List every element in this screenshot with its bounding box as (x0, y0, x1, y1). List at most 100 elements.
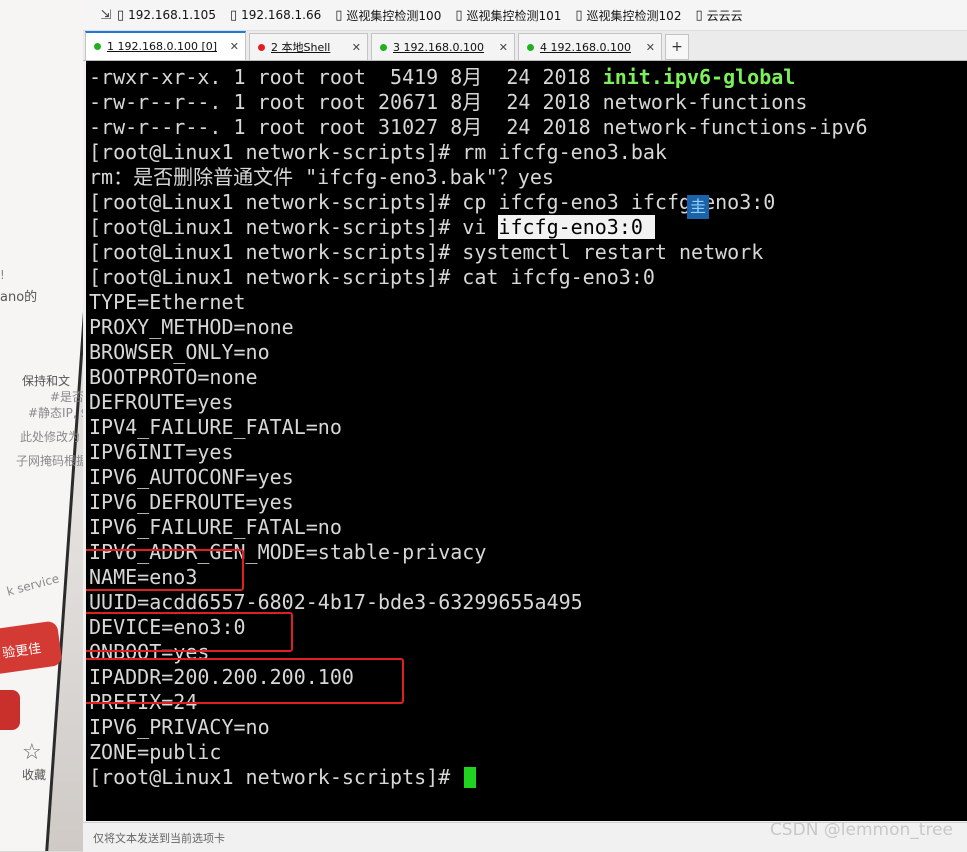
bookmark-item[interactable]: ▯ 192.168.1.105 (117, 8, 216, 23)
close-icon[interactable]: ✕ (646, 41, 655, 54)
bookmark-item[interactable]: ▯ 巡视集控检测101 (455, 7, 561, 24)
terminal-line-text: UUID=acdd6557-6802-4b17-bde3-63299655a49… (89, 590, 583, 614)
terminal-line: IPV4_FAILURE_FATAL=no (89, 415, 868, 440)
terminal-cursor (464, 767, 477, 788)
terminal-line-text: IPV6INIT=yes (89, 440, 234, 464)
session-tab-bar: 1 192.168.0.100 [0] ✕ 2 本地Shell ✕ 3 192.… (83, 31, 967, 61)
terminal-line-text: IPV6_FAILURE_FATAL=no (89, 515, 342, 539)
bookmark-label: 192.168.1.105 (128, 8, 216, 22)
connect-arrow-icon[interactable]: ⇲ (95, 8, 117, 23)
ime-indicator: 圭 (687, 195, 709, 219)
bookmark-label: 巡视集控检测102 (586, 8, 682, 23)
terminal-line: -rwxr-xr-x. 1 root root 5419 8月 24 2018 … (89, 65, 868, 90)
phone-text-fragment: ano的 (0, 290, 38, 305)
bookmark-icon: ▯ (117, 7, 125, 23)
terminal-line-text: [root@Linux1 network-scripts]# cat ifcfg… (89, 265, 655, 289)
terminal-line: TYPE=Ethernet (89, 290, 868, 315)
bookmark-item[interactable]: ▯ 巡视集控检测102 (575, 7, 681, 24)
terminal-line-text: [root@Linux1 network-scripts]# vi (89, 215, 499, 239)
phone-text-fragment: ! (0, 268, 5, 282)
selected-text: ifcfg-eno3:0 (498, 215, 655, 239)
terminal-line: IPV6_FAILURE_FATAL=no (89, 515, 868, 540)
bookmark-label: 巡视集控检测101 (466, 8, 562, 23)
terminal-line: BROWSER_ONLY=no (89, 340, 868, 365)
tab-label: 1 192.168.0.100 [0] (107, 40, 218, 53)
terminal-line: IPV6_PRIVACY=no (89, 715, 868, 740)
terminal-line: rm：是否删除普通文件 "ifcfg-eno3.bak"？yes (89, 165, 868, 190)
tab-label: 2 本地Shell (271, 41, 331, 54)
close-icon[interactable]: ✕ (352, 41, 361, 54)
terminal-line-text: TYPE=Ethernet (89, 290, 246, 314)
bookmark-icon: ▯ (455, 7, 463, 23)
bookmark-icon: ▯ (335, 7, 343, 23)
bookmark-icon: ▯ (695, 7, 703, 23)
terminal-line-text: IPV6_PRIVACY=no (89, 715, 270, 739)
phone-text-fragment: #静态IP, $ (28, 406, 83, 420)
terminal-line: IPV6INIT=yes (89, 440, 868, 465)
phone-red-button (0, 690, 20, 730)
terminal-line-text: rm：是否删除普通文件 "ifcfg-eno3.bak"？yes (89, 165, 554, 189)
bookmark-item[interactable]: ▯ 巡视集控检测100 (335, 7, 441, 24)
star-icon: ☆ (22, 740, 42, 765)
bookmark-label: 192.168.1.66 (241, 8, 322, 22)
bookmark-item[interactable]: ▯ 云云云 (695, 7, 742, 24)
status-dot-icon (258, 43, 265, 51)
status-dot-icon (527, 43, 534, 51)
bookmark-label: 巡视集控检测100 (346, 8, 442, 23)
terminal-app-window: ⇲ ▯ 192.168.1.105 ▯ 192.168.1.66 ▯ 巡视集控检… (83, 0, 967, 852)
tab-session-1[interactable]: 1 192.168.0.100 [0] ✕ (85, 31, 246, 60)
terminal-line-text: [root@Linux1 network-scripts]# rm ifcfg-… (89, 140, 667, 164)
terminal-line-text: -rwxr-xr-x. 1 root root 5419 8月 24 2018 (89, 65, 603, 89)
tab-label: 3 192.168.0.100 (393, 40, 484, 54)
send-to-tab-hint[interactable]: 仅将文本发送到当前选项卡 (93, 830, 225, 846)
bookmark-label: 云云云 (706, 8, 743, 23)
new-tab-plus-icon[interactable]: + (665, 34, 689, 60)
tab-session-4[interactable]: 4 192.168.0.100 ✕ (518, 33, 662, 60)
terminal-line: [root@Linux1 network-scripts]# cp ifcfg-… (89, 190, 868, 215)
tab-session-3[interactable]: 3 192.168.0.100 ✕ (371, 33, 515, 60)
terminal-line: [root@Linux1 network-scripts]# systemctl… (89, 240, 868, 265)
phone-text-fragment: 保持和文 (22, 374, 71, 388)
annotation-box-ipaddr (86, 658, 404, 704)
annotation-box-device (86, 612, 293, 652)
phone-text-fragment: 收藏 (22, 768, 47, 782)
bookmark-icon: ▯ (229, 7, 238, 23)
terminal-line-text: IPV6_DEFROUTE=yes (89, 490, 294, 514)
background-photo-strip: ! ano的 保持和文 #是否 #静态IP, $ 此处修改为 子网掩码根据 k … (0, 0, 83, 851)
phone-text-fragment: #是否 (50, 390, 83, 404)
tab-session-2[interactable]: 2 本地Shell ✕ (249, 33, 368, 60)
terminal-line-text: IPV4_FAILURE_FATAL=no (89, 415, 342, 439)
terminal-line-text: -rw-r--r--. 1 root root 31027 8月 24 2018… (89, 115, 868, 139)
terminal-output[interactable]: -rwxr-xr-x. 1 root root 5419 8月 24 2018 … (86, 61, 967, 821)
status-dot-icon (94, 43, 101, 50)
bookmark-icon: ▯ (575, 7, 583, 23)
terminal-line-text: -rw-r--r--. 1 root root 20671 8月 24 2018… (89, 90, 808, 114)
terminal-line: IPV6_DEFROUTE=yes (89, 490, 868, 515)
terminal-line-text: [root@Linux1 network-scripts]# cp ifcfg-… (89, 190, 776, 214)
terminal-line-text: [root@Linux1 network-scripts]# systemctl… (89, 240, 764, 264)
terminal-line-text: PROXY_METHOD=none (89, 315, 294, 339)
bookmark-item[interactable]: ▯ 192.168.1.66 (230, 8, 321, 23)
terminal-line-text: [root@Linux1 network-scripts]# (89, 765, 463, 789)
watermark: CSDN @lemmon_tree (769, 820, 953, 840)
terminal-line: BOOTPROTO=none (89, 365, 868, 390)
terminal-line: DEFROUTE=yes (89, 390, 868, 415)
terminal-line: [root@Linux1 network-scripts]# rm ifcfg-… (89, 140, 868, 165)
terminal-line: PROXY_METHOD=none (89, 315, 868, 340)
terminal-line-text: DEFROUTE=yes (89, 390, 234, 414)
terminal-line-text: BROWSER_ONLY=no (89, 340, 270, 364)
close-icon[interactable]: ✕ (499, 41, 508, 54)
terminal-line: [root@Linux1 network-scripts]# vi ifcfg-… (89, 215, 868, 240)
terminal-line-text: BOOTPROTO=none (89, 365, 258, 389)
terminal-line-text: ZONE=public (89, 740, 222, 764)
annotation-box-name (86, 549, 244, 591)
close-icon[interactable]: ✕ (230, 40, 239, 53)
status-dot-icon (380, 43, 387, 51)
terminal-line: ZONE=public (89, 740, 868, 765)
terminal-line: -rw-r--r--. 1 root root 31027 8月 24 2018… (89, 115, 868, 140)
terminal-line: [root@Linux1 network-scripts]# cat ifcfg… (89, 265, 868, 290)
terminal-line: [root@Linux1 network-scripts]# (89, 765, 868, 790)
terminal-line: IPV6_AUTOCONF=yes (89, 465, 868, 490)
terminal-line-text: IPV6_AUTOCONF=yes (89, 465, 294, 489)
terminal-line: -rw-r--r--. 1 root root 20671 8月 24 2018… (89, 90, 868, 115)
